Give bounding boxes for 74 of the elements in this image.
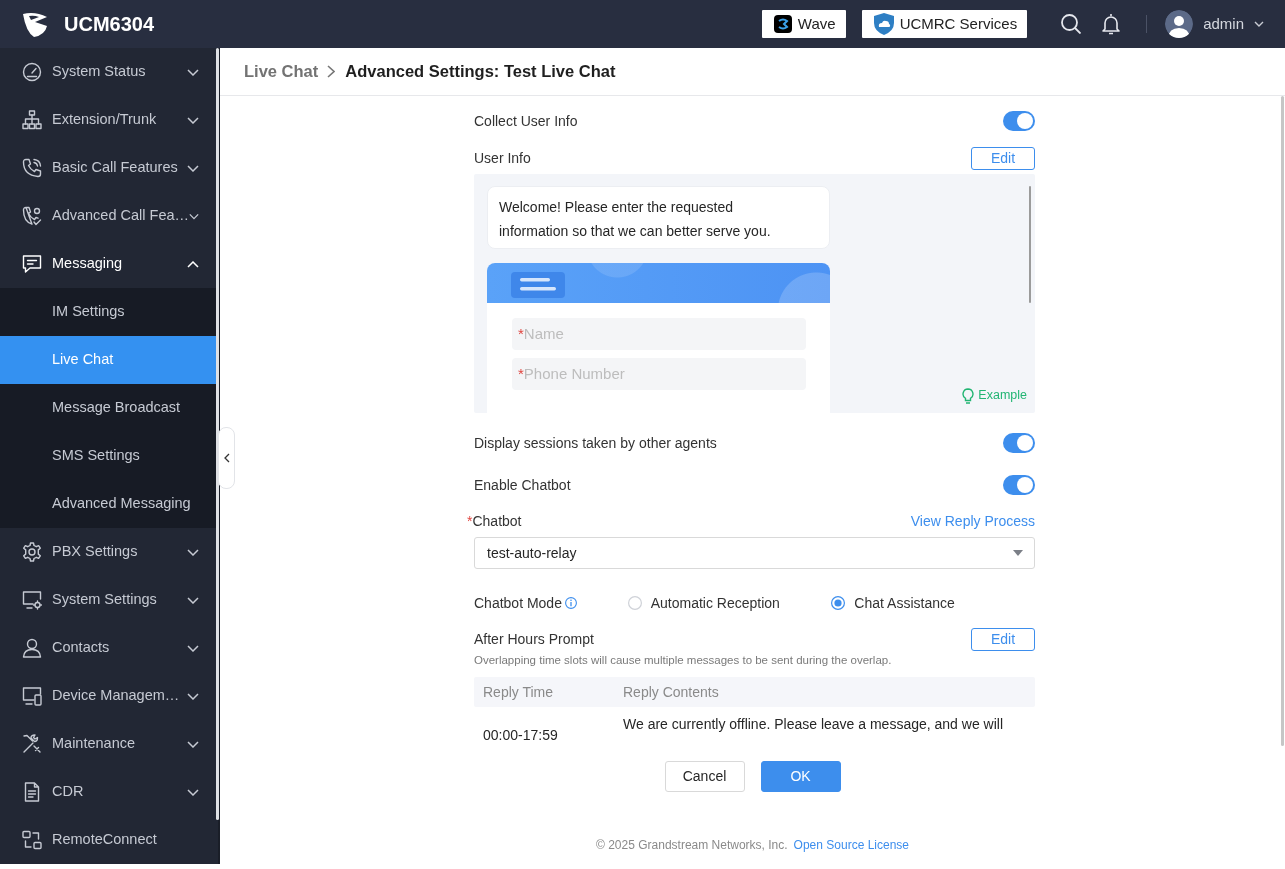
logo-icon — [22, 11, 48, 37]
welcome-message: Welcome! Please enter the requested information so that we can better serve you. — [487, 186, 830, 249]
gauge-icon — [22, 62, 42, 82]
sidebar-menu-item[interactable]: Advanced Call Fea… — [0, 192, 218, 240]
sidebar-menu-item[interactable]: Device Managem… — [0, 672, 218, 720]
sidebar-menu-item[interactable]: Contacts — [0, 624, 218, 672]
copyright-text: © 2025 Grandstream Networks, Inc. — [596, 837, 788, 853]
connection-icon — [22, 830, 42, 850]
caret-icon — [1254, 21, 1264, 27]
table-cell-text: We are currently offline. Please leave a message, and we will — [623, 715, 1003, 734]
devices-icon — [22, 686, 42, 706]
tools-icon — [22, 734, 42, 754]
toggle-switch[interactable] — [1003, 433, 1035, 453]
monitor-gear-icon — [22, 590, 42, 610]
chevron-right-icon — [327, 65, 336, 78]
submenu-item[interactable]: SMS Settings — [0, 432, 218, 480]
toggle-switch[interactable] — [1003, 111, 1035, 131]
setting-label: Enable Chatbot — [474, 475, 571, 495]
search-icon[interactable] — [1061, 14, 1082, 34]
radio-option[interactable]: Automatic Reception — [627, 592, 832, 614]
column-header: Reply Time — [482, 682, 555, 702]
sidebar-menu-item[interactable]: Basic Call Features — [0, 144, 218, 192]
chatbot-select[interactable]: test-auto-relay — [474, 537, 1035, 569]
product-name: UCM6304 — [64, 12, 155, 37]
input-field[interactable]: *Name — [512, 318, 806, 350]
sidebar-menu-item[interactable]: Maintenance — [0, 720, 218, 768]
submenu-item[interactable]: IM Settings — [0, 288, 218, 336]
setting-label: Chatbot Mode — [474, 593, 562, 613]
input-field[interactable]: *Phone Number — [512, 358, 806, 390]
cancel-button[interactable]: Cancel — [664, 761, 745, 792]
sidebar-menu-item[interactable]: Extension/Trunk — [0, 96, 218, 144]
submenu-item[interactable]: Message Broadcast — [0, 384, 218, 432]
page-title: Advanced Settings: Test Live Chat — [345, 61, 616, 83]
setting-label: After Hours Prompt — [474, 629, 594, 649]
setting-label: Display sessions taken by other agents — [474, 433, 717, 453]
phone-icon — [22, 158, 42, 178]
document-icon — [22, 782, 42, 802]
person-icon — [22, 638, 42, 658]
shield-icon — [873, 13, 894, 35]
text-lines-icon — [511, 272, 565, 298]
sidebar-menu-item[interactable]: RemoteConnect — [0, 816, 218, 864]
submenu-item[interactable]: Advanced Messaging — [0, 480, 218, 528]
column-header: Reply Contents — [623, 682, 719, 702]
setting-label: User Info — [474, 148, 531, 168]
sidebar-menu-item[interactable]: System Status — [0, 48, 218, 96]
sidebar-menu-item[interactable]: System Settings — [0, 576, 218, 624]
radio-button[interactable] — [831, 596, 846, 610]
caret-down-icon — [1013, 550, 1023, 556]
collapse-handle[interactable] — [218, 427, 235, 489]
toggle-switch[interactable] — [1003, 475, 1035, 495]
setting-label: Collect User Info — [474, 111, 578, 131]
hint-text: Overlapping time slots will cause multiple messages to be sent during the overlap. — [474, 653, 893, 667]
chevron-left-icon — [223, 453, 230, 463]
avatar-icon — [1165, 10, 1194, 38]
user-menu-button[interactable]: admin — [1165, 10, 1264, 38]
bell-icon[interactable] — [1101, 13, 1122, 35]
radio-option[interactable]: Chat Assistance — [831, 592, 1035, 614]
info-icon — [564, 597, 577, 609]
sidebar-menu-item[interactable]: CDR — [0, 768, 218, 816]
license-link[interactable]: Open Source License — [793, 837, 909, 853]
sidebar-menu-item[interactable]: PBX Settings — [0, 528, 218, 576]
app-logo-icon — [773, 15, 792, 33]
phone-check-icon — [22, 206, 42, 226]
table-cell-text: 00:00-17:59 — [482, 726, 559, 745]
wave-button[interactable]: Wave — [761, 10, 846, 38]
sitemap-icon — [22, 110, 42, 130]
sidebar-menu-item[interactable]: Messaging — [0, 240, 218, 288]
gear-icon — [22, 542, 42, 562]
field-label: *Chatbot — [467, 511, 522, 531]
chat-icon — [22, 254, 42, 274]
lightbulb-icon — [962, 387, 975, 404]
radio-button[interactable] — [627, 596, 642, 610]
breadcrumb-link[interactable]: Live Chat — [244, 59, 319, 84]
services-button[interactable]: UCMRC Services — [861, 10, 1028, 38]
